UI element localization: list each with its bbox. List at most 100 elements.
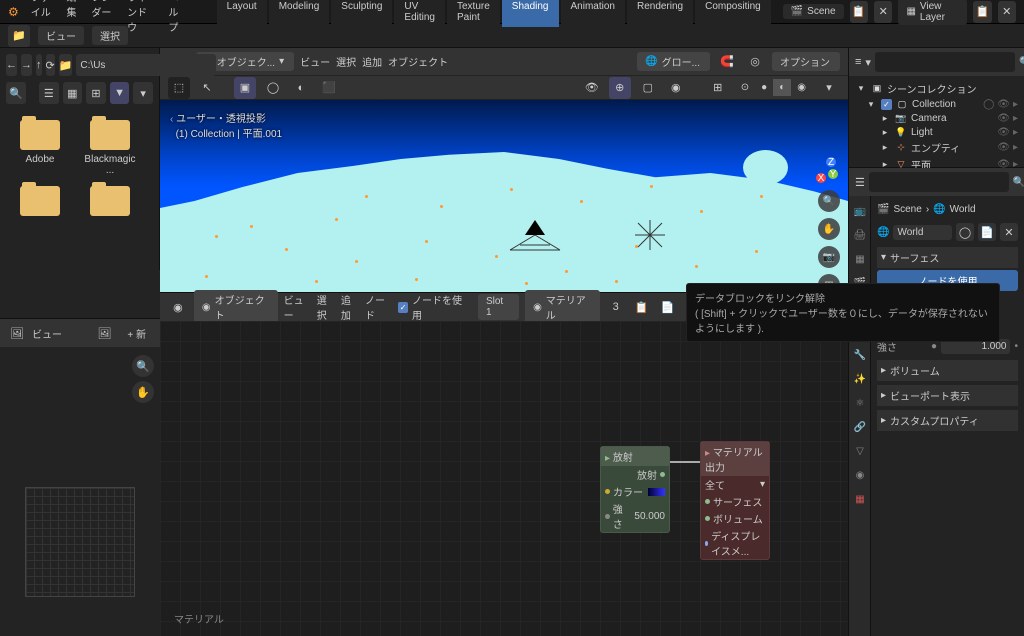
snap-magnet-icon[interactable]: 🧲 (716, 51, 738, 73)
delete-scene-icon[interactable]: ✕ (874, 1, 892, 23)
tab-data-icon[interactable]: ▽ (849, 440, 871, 462)
fake-user-copy-icon[interactable]: 📋 (632, 296, 652, 318)
exclude-icon[interactable]: ◯ (983, 99, 994, 110)
folder-adobe[interactable]: Adobe (10, 120, 70, 176)
camera-view-icon[interactable]: 📷 (818, 246, 840, 268)
unlink-world-icon[interactable]: ✕ (1000, 223, 1018, 241)
uv-grid[interactable] (25, 487, 135, 597)
vp-add-menu[interactable]: 追加 (362, 54, 382, 69)
tree-scene-collection[interactable]: ▾ ▣ シーンコレクション (855, 80, 1018, 97)
outliner-search[interactable] (875, 52, 1015, 72)
display-list-icon[interactable]: ☰ (39, 82, 59, 104)
orientation-selector[interactable]: 🌐 グロー... (637, 52, 710, 71)
render-icon[interactable]: ▸ (1013, 127, 1018, 138)
shading-wireframe-icon[interactable]: ⊙ (735, 79, 755, 96)
node-add-menu[interactable]: 追加 (341, 292, 359, 322)
folder-blackmagic[interactable]: Blackmagic ... (80, 120, 140, 176)
folder-4[interactable] (80, 186, 140, 220)
tab-compositing[interactable]: Compositing (695, 0, 771, 27)
uv-pan-icon[interactable]: ✋ (132, 381, 154, 403)
display-grid-icon[interactable]: ▦ (63, 82, 83, 104)
nav-new-folder-icon[interactable]: 📁 (59, 54, 73, 76)
view-layer-selector[interactable]: ▦ View Layer (898, 0, 967, 25)
nav-back-icon[interactable]: ← (6, 54, 17, 76)
nav-refresh-icon[interactable]: ⟳ (46, 54, 55, 76)
select-circle-icon[interactable]: ◯ (262, 77, 284, 99)
viewport-canvas[interactable]: Z Y X ‹ ユーザー・透視投影 (1) Collection | 平面.00… (160, 100, 848, 292)
editor-type-outliner-icon[interactable]: ≡ (855, 51, 861, 73)
custom-props-panel-header[interactable]: ▸ カスタムプロパティ (877, 410, 1018, 431)
emission-node[interactable]: ▸ 放射 放射 カラー 強さ50.000 (600, 446, 670, 533)
eye-icon[interactable]: 👁 (997, 113, 1010, 124)
tab-rendering[interactable]: Rendering (627, 0, 693, 27)
folder-3[interactable] (10, 186, 70, 220)
node-mode-selector[interactable]: ◉ オブジェクト (194, 290, 278, 324)
user-count[interactable]: 3 (606, 296, 626, 318)
tab-texture-paint[interactable]: Texture Paint (447, 0, 500, 27)
uv-new-button[interactable]: + 新 (119, 324, 154, 343)
menu-help[interactable]: ヘルプ (168, 0, 184, 34)
search-icon[interactable]: 🔍 (6, 82, 26, 104)
new-scene-icon[interactable]: 📋 (850, 1, 868, 23)
tab-render-icon[interactable]: 📺 (849, 200, 871, 222)
render-icon[interactable]: ▸ (1013, 99, 1018, 110)
xray-icon[interactable]: ▢ (637, 77, 659, 99)
shading-rendered-icon[interactable]: ◉ (791, 79, 812, 96)
tab-animation[interactable]: Animation (561, 0, 625, 27)
cursor-tool-icon[interactable]: ⬚ (168, 77, 190, 99)
tab-viewlayer-icon[interactable]: ▦ (849, 248, 871, 270)
editor-type-icon[interactable]: 📁 (8, 25, 30, 47)
render-icon[interactable]: ▸ (1013, 142, 1018, 153)
material-output-node[interactable]: ▸ マテリアル出力 全て▾ サーフェス ボリューム ディスプレイスメ... (700, 441, 770, 560)
collection-enabled-checkbox[interactable]: ✓ (881, 99, 892, 110)
viewport-display-panel-header[interactable]: ▸ ビューポート表示 (877, 385, 1018, 406)
node-view-menu[interactable]: ビュー (284, 292, 311, 322)
overlays-icon[interactable]: 👁 (581, 77, 603, 99)
path-input[interactable] (76, 54, 216, 76)
eye-icon[interactable]: 👁 (997, 142, 1010, 153)
editor-type-uv-icon[interactable]: 🖼 (6, 322, 28, 344)
new-world-icon[interactable]: 📄 (978, 223, 996, 241)
options-dropdown[interactable]: オプション (772, 52, 840, 71)
new-layer-icon[interactable]: 📋 (973, 1, 991, 23)
tab-particles-icon[interactable]: ✨ (849, 368, 871, 390)
breadcrumb-scene[interactable]: Scene (893, 204, 921, 215)
editor-type-props-icon[interactable]: ☰ (855, 171, 865, 193)
show-gizmo-icon[interactable]: ⊞ (707, 77, 729, 99)
volume-panel-header[interactable]: ▸ ボリューム (877, 360, 1018, 381)
shading-options-icon[interactable]: ▾ (818, 77, 840, 99)
surface-panel-header[interactable]: ▾ サーフェス (877, 247, 1018, 268)
overlay-icon[interactable]: ◉ (665, 77, 687, 99)
filter-icon[interactable]: ▾ (133, 82, 153, 104)
new-material-icon[interactable]: 📄 (657, 296, 677, 318)
select-set-icon[interactable]: ⬛ (318, 77, 340, 99)
delete-layer-icon[interactable]: ✕ (998, 1, 1016, 23)
scene-selector[interactable]: 🎬 Scene (783, 4, 844, 19)
select-box-icon[interactable]: ▣ (234, 77, 256, 99)
slot-selector[interactable]: Slot 1 (478, 294, 519, 320)
uv-image-icon[interactable]: 🖼 (93, 322, 115, 344)
tab-sculpting[interactable]: Sculpting (331, 0, 392, 27)
vp-select-menu[interactable]: 選択 (336, 54, 356, 69)
outliner-display-icon[interactable]: ▾ (865, 51, 871, 73)
select-menu[interactable]: 選択 (92, 26, 128, 45)
breadcrumb-world[interactable]: World (950, 204, 976, 215)
vp-view-menu[interactable]: ビュー (300, 54, 330, 69)
select-lasso-icon[interactable]: ◐ (290, 77, 312, 99)
tab-texture-icon[interactable]: ▦ (849, 488, 871, 510)
eye-icon[interactable]: 👁 (997, 127, 1010, 138)
tab-layout[interactable]: Layout (217, 0, 267, 27)
tab-output-icon[interactable]: 🖨 (849, 224, 871, 246)
menu-window[interactable]: ウィンドウ (127, 0, 154, 34)
material-selector[interactable]: ◉ マテリアル (525, 290, 600, 324)
display-thumb-icon[interactable]: ⊞ (86, 82, 106, 104)
nav-up-icon[interactable]: ↑ (36, 54, 42, 76)
pan-icon[interactable]: ✋ (818, 218, 840, 240)
tab-modifiers-icon[interactable]: 🔧 (849, 344, 871, 366)
props-search[interactable] (869, 172, 1009, 192)
tab-uv-editing[interactable]: UV Editing (394, 0, 445, 27)
render-icon[interactable]: ▸ (1013, 113, 1018, 124)
navigation-gizmo[interactable]: Z Y X (803, 150, 838, 185)
tab-modeling[interactable]: Modeling (269, 0, 330, 27)
editor-type-node-icon[interactable]: ◉ (168, 296, 188, 318)
